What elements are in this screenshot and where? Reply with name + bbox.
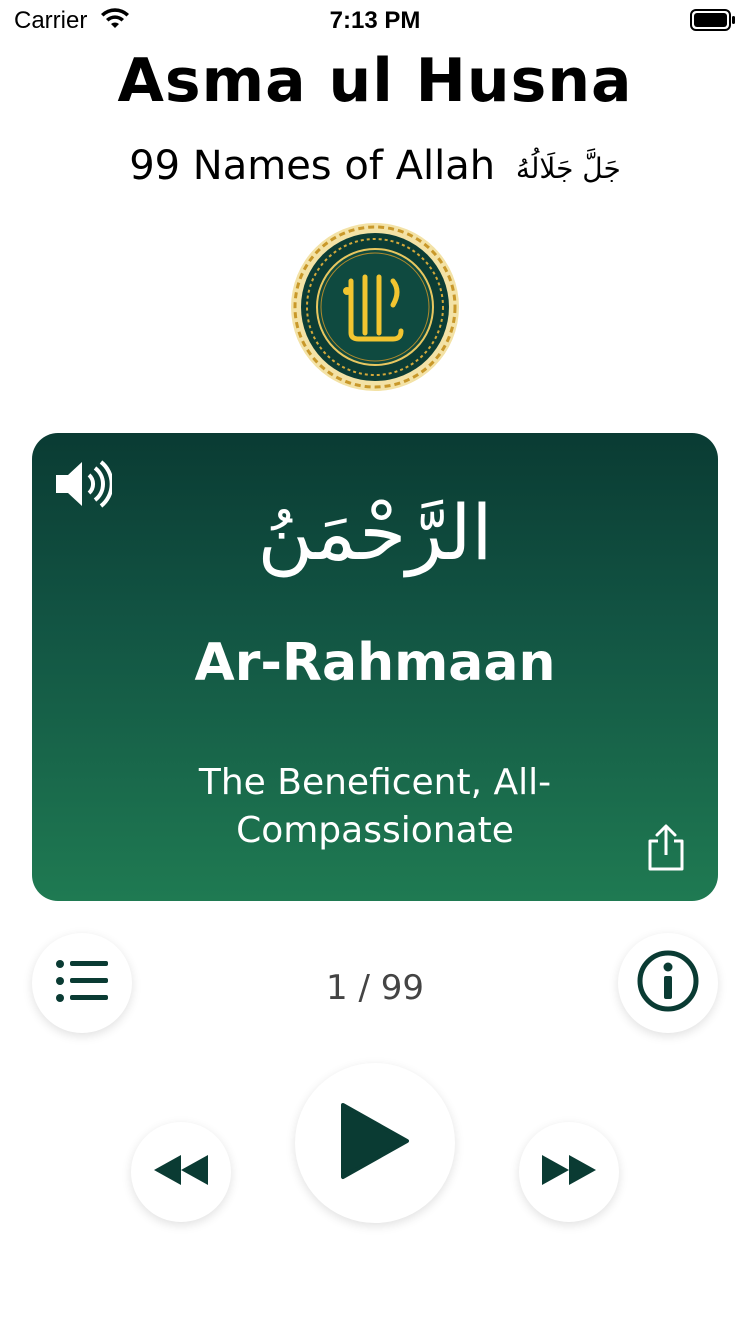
meaning: The Beneficent, All-Compassionate [198,762,552,851]
transliteration: Ar-Rahmaan [194,633,556,693]
allah-medallion-logo [289,221,461,393]
battery-icon [690,9,736,38]
app-subtitle: 99 Names of Allah جَلَّ جَلَالُهُ [0,143,750,189]
fast-forward-icon [540,1153,598,1191]
subtitle-text: 99 Names of Allah [129,143,496,189]
next-button[interactable] [519,1122,619,1222]
info-icon [636,949,700,1017]
name-card[interactable]: الرَّحْمَنُ Ar-Rahmaan The Beneficent, A… [32,433,718,901]
play-button[interactable] [295,1063,455,1223]
share-icon[interactable] [644,823,688,873]
play-icon [340,1102,410,1184]
rewind-icon [152,1153,210,1191]
app-title: Asma ul Husna [117,46,633,116]
clock: 7:13 PM [329,7,421,34]
previous-button[interactable] [131,1122,231,1222]
status-bar: Carrier 7:13 PM [0,0,750,40]
arabic-name: الرَّحْمَنُ [257,488,493,577]
info-button[interactable] [618,933,718,1033]
honorific-calligraphy: جَلَّ جَلَالُهُ [515,151,621,185]
